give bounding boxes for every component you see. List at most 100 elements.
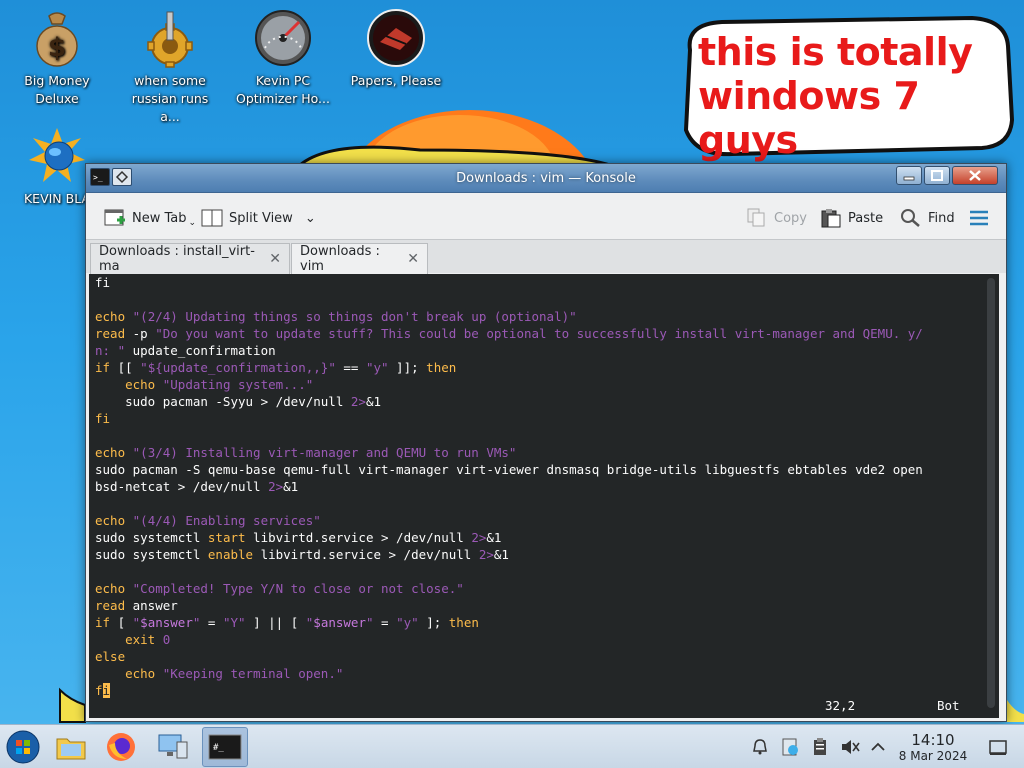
code-line: if [ "$answer" = "Y" ] || [ "$answer" = … [95, 615, 479, 630]
papers-please-icon [367, 9, 425, 67]
maximize-button[interactable] [924, 166, 950, 185]
terminal-scrollbar[interactable] [987, 278, 995, 708]
code-line: read -p "Do you want to update stuff? Th… [95, 326, 923, 341]
window-title: Downloads : vim — Konsole [456, 171, 636, 186]
tab-vim[interactable]: Downloads : vim ✕ [291, 243, 428, 274]
desktop-icon-label: Papers, Please [350, 73, 442, 88]
copy-icon [746, 208, 768, 228]
code-line: bsd-netcat > /dev/null 2>&1 [95, 479, 299, 494]
code-line: sudo pacman -Syyu > /dev/null 2>&1 [95, 394, 381, 409]
code-line: else [95, 649, 126, 664]
vim-buffer: fi echo "(2/4) Updating things so things… [95, 274, 923, 699]
desktop-icon-big-money[interactable]: $ Big Money Deluxe [7, 8, 107, 108]
start-orb-icon [6, 730, 40, 764]
window-titlebar[interactable]: >_ Downloads : vim — Konsole [86, 164, 1006, 193]
desktop-icon-kevin-optimizer[interactable]: Kevin PC Optimizer Ho... [233, 8, 333, 108]
desktop-icon-papers-please[interactable]: Papers, Please [346, 8, 446, 90]
code-line: echo "Updating system..." [125, 377, 314, 392]
vim-scroll-position: Bot [937, 698, 960, 713]
minimize-button[interactable] [896, 166, 922, 185]
taskbar-file-manager[interactable] [48, 727, 94, 767]
tab-label: Downloads : vim [300, 244, 380, 274]
taskbar: #_ 14:10 8 Mar 2024 [0, 724, 1024, 768]
code-line: echo "(3/4) Installing virt-manager and … [95, 445, 517, 460]
terminal-icon: #_ [208, 734, 242, 760]
copy-button[interactable]: Copy [746, 207, 807, 229]
desktop-icon-label: Big Money Deluxe [24, 73, 90, 106]
new-tab-icon [104, 208, 126, 228]
search-icon [900, 208, 922, 228]
desktop-icon-label: when some russian runs a... [131, 73, 209, 124]
tab-label: Downloads : install_virt-ma [99, 244, 255, 274]
paste-label: Paste [848, 210, 884, 226]
gear-icon [147, 11, 193, 68]
globe-burst-icon [29, 128, 85, 182]
code-line: if [[ "${update_confirmation,,}" == "y" … [95, 360, 457, 375]
code-line: fi [95, 275, 111, 290]
bubble-line-2: windows 7 guys [698, 74, 920, 162]
firefox-icon [107, 733, 135, 761]
hamburger-menu-icon [968, 208, 990, 228]
computer-settings-icon [158, 734, 188, 759]
tab-bar: Downloads : install_virt-ma ✕ Downloads … [86, 239, 1006, 274]
clock-time[interactable]: 14:10 [900, 731, 966, 749]
taskbar-control-panel[interactable] [150, 727, 196, 767]
code-line: sudo systemctl enable libvirtd.service >… [95, 547, 509, 562]
code-line: exit 0 [125, 632, 171, 647]
code-line: echo "(2/4) Updating things so things do… [95, 309, 577, 324]
code-line: echo "Keeping terminal open." [125, 666, 344, 681]
clipboard-icon[interactable] [810, 737, 830, 757]
split-view-button[interactable]: Split View ⌄ [201, 207, 316, 229]
volume-muted-icon[interactable] [840, 737, 860, 757]
money-bag-icon: $ [36, 12, 78, 67]
code-line: fi [95, 411, 111, 426]
vim-cursor-position: 32,2 [825, 698, 856, 713]
tab-install-virt[interactable]: Downloads : install_virt-ma ✕ [90, 243, 290, 274]
konsole-window: >_ Downloads : vim — Konsole New Tab ⌄ S… [85, 163, 1007, 722]
chevron-down-icon: ⌄ [304, 210, 316, 226]
taskbar-firefox[interactable] [98, 727, 144, 767]
new-tab-button[interactable]: New Tab ⌄ [104, 207, 196, 229]
hamburger-menu-button[interactable] [968, 207, 990, 229]
desktop-icon-russian[interactable]: when some russian runs a... [120, 8, 220, 126]
paste-icon [820, 208, 842, 228]
code-line: sudo pacman -S qemu-base qemu-full virt-… [95, 462, 923, 477]
show-desktop-icon[interactable] [988, 737, 1008, 757]
package-updates-icon[interactable] [780, 737, 800, 757]
find-label: Find [928, 210, 955, 226]
svg-text:#_: #_ [213, 743, 224, 753]
folder-icon [56, 738, 86, 760]
split-view-label: Split View [229, 210, 293, 226]
close-tab-icon[interactable]: ✕ [269, 251, 281, 267]
code-line: fi [95, 683, 111, 698]
taskbar-konsole[interactable]: #_ [202, 727, 248, 767]
paste-button[interactable]: Paste [820, 207, 883, 229]
bubble-line-1: this is totally [698, 30, 973, 74]
code-line: n: " update_confirmation [95, 343, 276, 358]
code-line: read answer [95, 598, 178, 613]
find-button[interactable]: Find [900, 207, 955, 229]
new-tab-label: New Tab [132, 210, 187, 226]
clock-date[interactable]: 8 Mar 2024 [890, 749, 976, 763]
split-view-icon [201, 208, 223, 228]
speech-bubble-text: this is totally windows 7 guys [698, 30, 1008, 162]
terminal-area[interactable]: fi echo "(2/4) Updating things so things… [89, 274, 999, 718]
notifications-bell-icon[interactable] [750, 737, 770, 757]
chevron-down-icon: ⌄ [188, 218, 197, 228]
start-button[interactable] [0, 727, 46, 767]
desktop-icon-label: Kevin PC Optimizer Ho... [236, 73, 330, 106]
close-button[interactable] [952, 166, 998, 185]
svg-text:$: $ [48, 33, 66, 63]
code-line: echo "Completed! Type Y/N to close or no… [95, 581, 464, 596]
code-line: sudo systemctl start libvirtd.service > … [95, 530, 502, 545]
chevron-up-icon[interactable] [868, 737, 888, 757]
code-line: echo "(4/4) Enabling services" [95, 513, 321, 528]
close-tab-icon[interactable]: ✕ [407, 251, 419, 267]
vim-cursor: i [102, 683, 111, 698]
copy-label: Copy [774, 210, 807, 226]
speedometer-icon [255, 10, 311, 66]
